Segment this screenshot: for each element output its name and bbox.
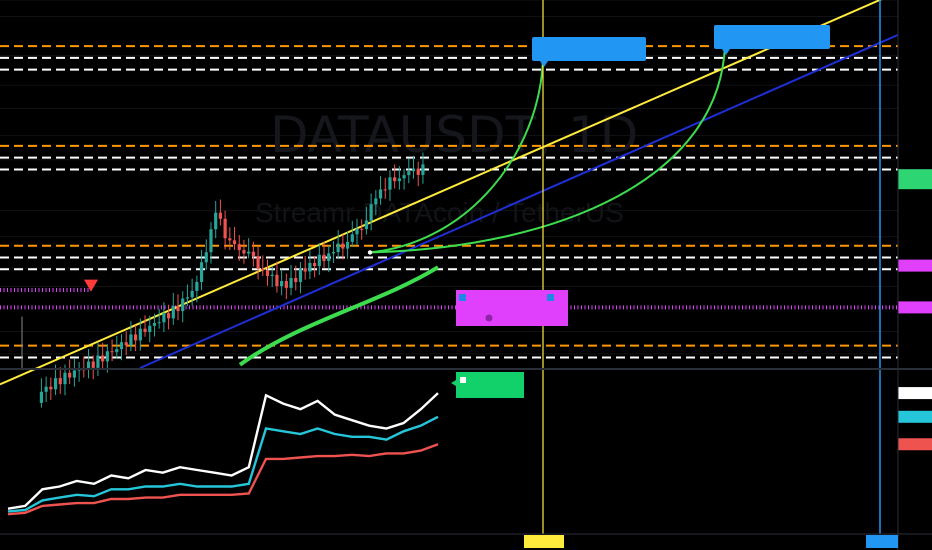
candle-body <box>185 297 190 299</box>
candle-body <box>195 281 199 291</box>
candle-body <box>345 241 350 249</box>
event-date-badge <box>524 535 564 548</box>
candle-body <box>49 386 53 390</box>
candle-body <box>355 228 359 235</box>
candle-body <box>397 178 401 182</box>
candle-body <box>53 378 58 390</box>
candle-body <box>247 251 251 254</box>
candle-body <box>341 243 345 249</box>
candle-body <box>416 168 420 175</box>
candle-body <box>218 212 222 219</box>
candle-body <box>242 250 246 254</box>
candle-body <box>261 268 265 271</box>
candle-body <box>336 243 340 253</box>
candle-body <box>313 262 317 267</box>
candle-body <box>68 372 72 378</box>
candle-body <box>214 212 218 230</box>
price-tag <box>898 259 932 272</box>
candle-body <box>402 175 406 179</box>
candle-body <box>223 218 227 239</box>
candle-body <box>124 342 128 346</box>
candle-body <box>270 274 274 276</box>
candle-body <box>63 372 67 385</box>
candle-body <box>256 256 260 269</box>
watermark-name: Streamr DATAcoin / TetherUS <box>255 197 624 228</box>
candle-body <box>44 386 48 392</box>
candle-body <box>265 270 270 276</box>
curve-origin-dot <box>367 250 373 255</box>
deadline-date-badge <box>866 535 898 548</box>
candle-body <box>407 171 411 176</box>
candle-body <box>251 251 255 257</box>
candle-body <box>39 391 44 403</box>
candle-body <box>171 306 175 319</box>
candle-body <box>374 198 378 205</box>
candle-body <box>152 322 157 326</box>
candle-body <box>303 268 307 272</box>
candle-body <box>298 268 303 283</box>
candle-body <box>148 325 152 332</box>
candle-body <box>383 189 387 191</box>
candle-body <box>181 298 185 312</box>
candle-body <box>204 252 208 263</box>
candle-body <box>411 168 416 172</box>
activity-last-tag <box>898 387 932 400</box>
chart-background <box>0 0 932 550</box>
flag-icon <box>459 294 466 301</box>
candle-body <box>157 322 161 324</box>
candle-body <box>308 262 312 272</box>
flag-icon <box>547 294 554 301</box>
candle-body <box>209 229 213 253</box>
candle-body <box>421 164 425 175</box>
candle-body <box>331 252 336 254</box>
candle-body <box>364 220 369 230</box>
candle-body <box>228 238 232 241</box>
candle-body <box>237 244 241 251</box>
activity-last-tag <box>898 410 932 423</box>
candle-body <box>115 349 119 353</box>
candle-body <box>350 234 354 242</box>
chat-icon <box>460 377 466 383</box>
candle-body <box>162 313 166 323</box>
projection-bubble-1 <box>532 37 646 61</box>
candle-body <box>134 334 138 341</box>
social-activity-box <box>456 372 524 398</box>
candle-body <box>327 253 331 261</box>
status-icon <box>485 314 493 322</box>
candle-body <box>294 277 298 283</box>
candle-body <box>138 328 142 341</box>
candle-body <box>275 274 279 287</box>
price-tag <box>898 169 932 190</box>
candle-body <box>96 355 100 368</box>
candle-body <box>232 240 237 245</box>
candle-body <box>91 361 95 368</box>
candle-body <box>199 262 204 282</box>
candle-body <box>72 370 76 378</box>
candle-body <box>143 328 147 332</box>
candle-body <box>166 313 171 319</box>
candle-body <box>119 342 124 350</box>
candle-body <box>378 189 383 199</box>
candle-body <box>284 281 288 288</box>
candle-body <box>388 177 392 190</box>
candle-body <box>101 355 105 362</box>
candle-body <box>129 334 133 346</box>
candle-body <box>105 351 109 362</box>
candle-body <box>369 204 373 221</box>
candle-body <box>317 254 321 267</box>
projection-bubble-2 <box>714 25 830 49</box>
candle-body <box>289 277 293 288</box>
candle-body <box>58 378 62 385</box>
watermark-symbol: DATAUSDT, 1D <box>270 106 638 164</box>
candle-body <box>176 306 180 312</box>
candle-body <box>110 351 114 353</box>
candle-body <box>360 228 364 230</box>
candle-body <box>190 290 194 298</box>
price-tag <box>898 301 932 314</box>
activity-last-tag <box>898 438 932 451</box>
chart-canvas: DATAUSDT, 1D Streamr DATAcoin / TetherUS <box>0 0 932 550</box>
candle-body <box>322 254 326 261</box>
candle-body <box>280 281 284 287</box>
candle-body <box>393 177 397 182</box>
